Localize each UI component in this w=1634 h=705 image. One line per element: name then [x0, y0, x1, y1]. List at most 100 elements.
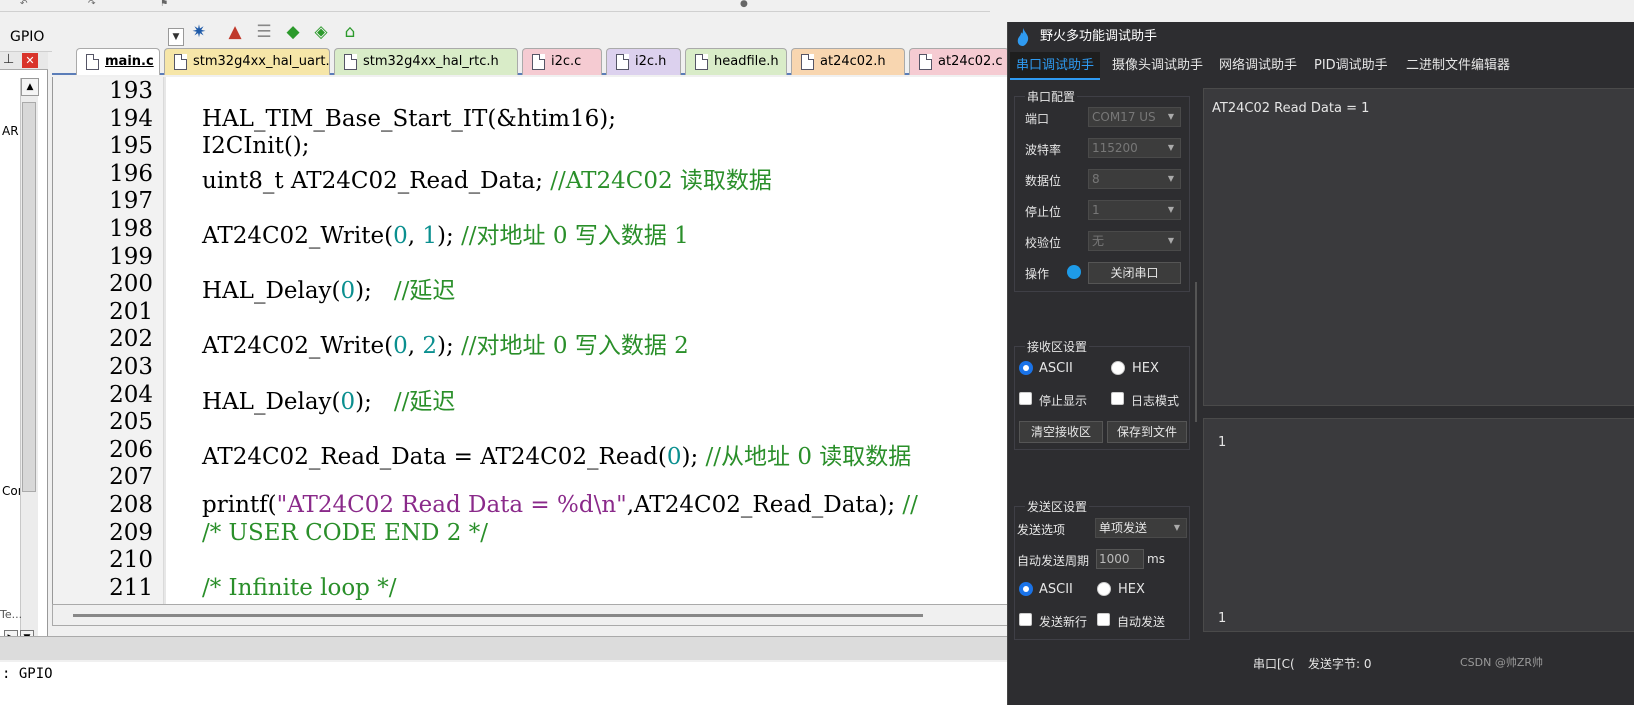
assistant-tab[interactable]: 二进制文件编辑器 [1400, 52, 1516, 80]
send-hex-radio[interactable] [1097, 582, 1111, 596]
code-line[interactable]: printf("AT24C02 Read Data = %d\n",AT24C0… [202, 492, 918, 518]
close-port-button[interactable]: 关闭串口 [1088, 262, 1181, 284]
scroll-up-icon[interactable]: ▲ [21, 78, 39, 96]
databits-value: 8 [1092, 172, 1100, 186]
assistant-tab[interactable]: 网络调试助手 [1213, 52, 1303, 80]
tab-i2c-h[interactable]: i2c.h [606, 48, 681, 75]
undo-icon[interactable]: ↶ [20, 0, 32, 9]
send-option-value: 单项发送 [1099, 521, 1148, 535]
receive-hex-radio[interactable] [1111, 361, 1125, 375]
code-line[interactable]: HAL_Delay(0); //延迟 [202, 271, 455, 305]
close-icon[interactable]: ✕ [22, 53, 38, 68]
gem-icon[interactable]: ◈ [309, 20, 333, 44]
pin-icon[interactable]: ⊥ [3, 52, 14, 67]
project-scrollbar[interactable]: ▲ [20, 78, 39, 638]
parity-value: 无 [1092, 234, 1105, 248]
send-hex-label: HEX [1118, 582, 1145, 597]
save-to-file-button[interactable]: 保存到文件 [1107, 421, 1187, 443]
code-line[interactable]: /* USER CODE END 2 */ [202, 520, 488, 546]
send-ascii-radio[interactable] [1019, 582, 1033, 596]
layers-icon[interactable]: ☰ [252, 20, 276, 44]
receive-ascii-radio[interactable] [1019, 361, 1033, 375]
code-text: ); [437, 223, 462, 249]
editor-hscroll[interactable] [52, 604, 1012, 626]
parity-select[interactable]: 无 ▼ [1088, 231, 1181, 251]
auto-period-input[interactable]: 1000 [1096, 549, 1144, 569]
operation-label: 操作 [1025, 267, 1050, 281]
send-option-select[interactable]: 单项发送 ▼ [1095, 518, 1187, 538]
tab-label: main.c [105, 54, 154, 69]
baud-label: 波特率 [1025, 143, 1062, 157]
line-number: 206 [109, 436, 153, 463]
wand-icon[interactable]: ✷ [187, 20, 211, 44]
send-content-area[interactable]: 1 1 [1203, 418, 1634, 632]
code-line[interactable]: HAL_TIM_Base_Start_IT(&htim16); [202, 106, 616, 132]
clear-receive-button[interactable]: 清空接收区 [1019, 421, 1103, 443]
code-line[interactable]: AT24C02_Read_Data = AT24C02_Read(0); //从… [202, 437, 911, 471]
code-line[interactable]: AT24C02_Write(0, 1); //对地址 0 写入数据 1 [202, 216, 689, 250]
stopbits-select[interactable]: 1 ▼ [1088, 200, 1181, 220]
tab-at24c02-c[interactable]: at24c02.c [909, 48, 1009, 75]
line-number: 198 [109, 216, 153, 242]
send-newline-checkbox[interactable] [1019, 613, 1032, 626]
assistant-tab[interactable]: 串口调试助手 [1010, 52, 1101, 80]
tab-stm32g4xx-hal-rtc-h[interactable]: stm32g4xx_hal_rtc.h [334, 48, 518, 75]
chevron-down-icon[interactable]: ▼ [168, 28, 184, 46]
stopbits-label: 停止位 [1025, 205, 1062, 219]
line-number: 203 [109, 354, 153, 380]
diamond-icon[interactable]: ◆ [281, 20, 305, 44]
target-combo[interactable]: GPIO ▼ [0, 18, 185, 46]
code-text: ,AT24C02_Read_Data); [626, 492, 903, 518]
code-number: 0 [393, 223, 408, 249]
port-status-text: 串口[C( [1253, 657, 1295, 671]
receive-display[interactable]: AT24C02 Read Data = 1 [1203, 88, 1634, 406]
tab-main-c[interactable]: main.c [76, 48, 160, 75]
code-line[interactable]: AT24C02_Write(0, 2); //对地址 0 写入数据 2 [202, 326, 689, 360]
code-text: ); [355, 388, 394, 415]
port-select[interactable]: COM17 US ▼ [1088, 107, 1181, 127]
assistant-tab[interactable]: 摄像头调试助手 [1106, 52, 1209, 80]
code-text: I2CInit(); [202, 133, 310, 160]
send-settings-group: 发送区设置 发送选项 单项发送 ▼ 自动发送周期 1000 ms ASCII HE… [1014, 498, 1190, 640]
code-line[interactable]: I2CInit(); [202, 133, 310, 159]
project-tab-fragment[interactable]: Te... [0, 608, 22, 621]
tab-at24c02-h[interactable]: at24c02.h [791, 48, 905, 75]
databits-select[interactable]: 8 ▼ [1088, 169, 1181, 189]
log-mode-checkbox[interactable] [1111, 392, 1124, 405]
assistant-tab[interactable]: PID调试助手 [1308, 52, 1394, 80]
port-label: 端口 [1025, 112, 1050, 126]
code-line[interactable]: uint8_t AT24C02_Read_Data; //AT24C02 读取数… [202, 161, 772, 195]
code-editor[interactable]: 193 194 195 196 197 198 199 200 201 202 203 204 205 2… [52, 77, 1012, 604]
tab-stm32g4xx-hal-uart-c[interactable]: stm32g4xx_hal_uart.c [164, 48, 330, 75]
scroll-thumb[interactable] [73, 614, 923, 617]
tab-label: stm32g4xx_hal_rtc.h [363, 54, 499, 69]
project-item-fragment[interactable]: AR [2, 124, 19, 138]
code-text: HAL_Delay( [202, 388, 341, 415]
parity-label: 校验位 [1025, 236, 1062, 250]
receive-hex-label: HEX [1132, 361, 1159, 376]
serial-config-group: 串口配置 端口 COM17 US ▼ 波特率 115200 ▼ 数据位 8 ▼ 停止位… [1014, 88, 1190, 292]
tab-label: at24c02.c [938, 54, 1003, 69]
auto-period-label: 自动发送周期 [1017, 554, 1090, 568]
send-area-text: 1 [1218, 435, 1227, 450]
code-line[interactable]: HAL_Delay(0); //延迟 [202, 382, 455, 416]
assistant-titlebar: 野火多功能调试助手 [1008, 22, 1634, 52]
tab-i2c-c[interactable]: i2c.c [522, 48, 602, 75]
auto-send-checkbox[interactable] [1097, 613, 1110, 626]
redo-icon[interactable]: ↷ [88, 0, 100, 9]
send-ascii-label: ASCII [1039, 582, 1073, 597]
build-icon[interactable]: ▲ [223, 20, 247, 44]
code-number: 0 [393, 333, 408, 360]
stop-display-checkbox[interactable] [1019, 392, 1032, 405]
debug-icon[interactable]: ● [740, 0, 752, 9]
splitter[interactable] [1193, 282, 1199, 422]
code-text: HAL_Delay( [202, 278, 341, 305]
tab-headfile-h[interactable]: headfile.h [685, 48, 787, 75]
serial-assistant-window: 野火多功能调试助手 串口调试助手 摄像头调试助手 网络调试助手 PID调试助手 二进制文… [1007, 22, 1634, 705]
bookmark-icon[interactable]: ⚑ [160, 0, 172, 9]
line-number: 197 [109, 188, 153, 215]
chip-icon[interactable]: ⌂ [338, 20, 362, 44]
baud-select[interactable]: 115200 ▼ [1088, 138, 1181, 158]
code-line[interactable]: /* Infinite loop */ [202, 575, 396, 601]
scroll-thumb[interactable] [22, 102, 36, 492]
